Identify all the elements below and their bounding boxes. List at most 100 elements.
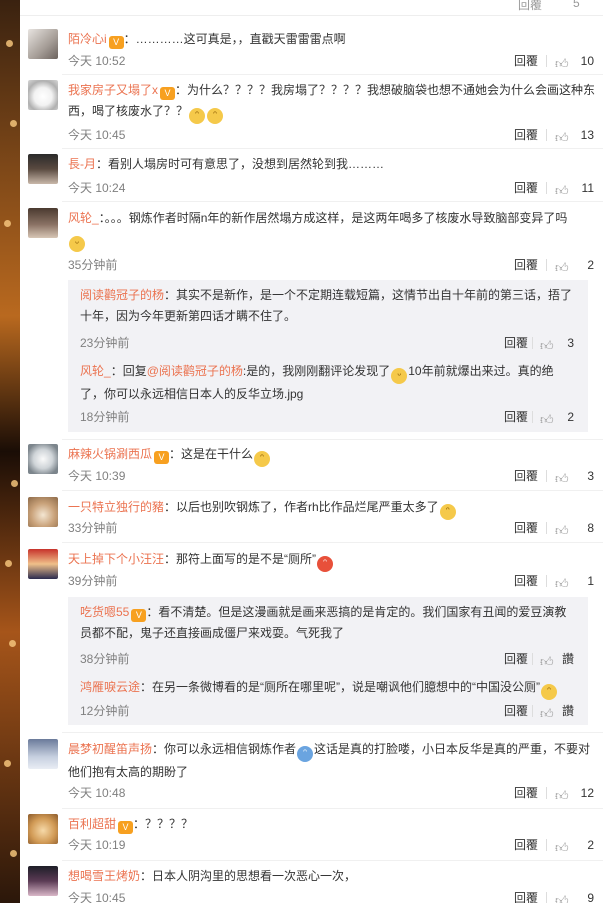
smirk-emoji-icon: ᵔ xyxy=(189,108,206,124)
reply-meta: 38分钟前 回覆 👍︎ 讚 xyxy=(80,649,576,669)
comment-list: 回覆 5 陌冷心i V ：…………这可真是，，直戳天雷雷雷点啊 今天 10:52 回… xyxy=(20,0,603,903)
avatar[interactable] xyxy=(28,497,58,527)
comment-text: 麻辣火锅涮西瓜 V ：这是在干什么 ᵔ xyxy=(68,444,596,467)
sub-reply-item: 吃货嗯55 V ：看不清楚。但是这漫画就是画来恶搞的是肯定的。我们国家有丑闻的爱豆演… xyxy=(80,602,576,669)
avatar[interactable] xyxy=(28,814,58,844)
timestamp: 今天 10:24 xyxy=(68,181,126,195)
reply-button[interactable]: 回覆 xyxy=(514,125,538,145)
like-count: 2 xyxy=(567,410,574,424)
username-link[interactable]: 麻辣火锅涮西瓜 xyxy=(68,447,152,461)
sub-reply-item: 风轮_：回复@阅读鹳冠子的杨:是的，我刚刚翻评论发现了 ᵕ 10年前就爆出来过。真的… xyxy=(80,361,576,427)
divider xyxy=(62,490,603,491)
thumbs-up-icon: 👍︎ xyxy=(540,706,554,721)
timestamp: 35分钟前 xyxy=(68,258,118,272)
reply-thread: 阅读鹳冠子的杨：其实不是新作，是一个不定期连载短篇，这情节出自十年前的第三话，捂… xyxy=(68,280,588,432)
reply-meta: 12分钟前 回覆 👍︎ 讚 xyxy=(80,701,576,721)
avatar[interactable] xyxy=(28,29,58,59)
reply-button[interactable]: 回覆 xyxy=(514,571,538,591)
avatar[interactable] xyxy=(28,444,58,474)
reply-button[interactable]: 回覆 xyxy=(514,518,538,538)
mention-link[interactable]: @阅读鹳冠子的杨 xyxy=(147,364,243,378)
avatar[interactable] xyxy=(28,154,58,184)
username-link[interactable]: 長-月 xyxy=(68,157,96,171)
slap-emoji-icon: ᵔ xyxy=(297,746,314,762)
reply-button[interactable]: 回覆 xyxy=(514,783,538,803)
vip-badge-icon: V xyxy=(160,87,176,100)
thumbs-up-icon: 👍︎ xyxy=(540,338,554,353)
thumbs-up-icon: 👍︎ xyxy=(540,654,554,669)
like-label: 讚 xyxy=(561,704,574,718)
reply-button[interactable]: 回覆 xyxy=(504,333,528,353)
comment-text: 风轮_：。。。钢炼作者时隔n年的新作居然塌方成这样，是这两年喝多了核废水导致脑部… xyxy=(68,208,596,252)
angry-emoji-icon: ᵔ xyxy=(317,556,334,572)
like-count: 3 xyxy=(587,469,594,483)
thumbs-up-icon: 👍︎ xyxy=(555,260,569,275)
username-link[interactable]: 晨梦初醒笛声扬 xyxy=(68,742,152,756)
timestamp: 18分钟前 xyxy=(80,410,130,424)
username-link[interactable]: 风轮_ xyxy=(68,211,99,225)
reply-button[interactable]: 回覆 xyxy=(514,466,538,486)
avatar[interactable] xyxy=(28,866,58,896)
smile-emoji-icon: ᵕ xyxy=(391,368,408,384)
reply-button[interactable]: 回覆 xyxy=(504,649,528,669)
comment-meta: 39分钟前 回覆 👍︎ 1 xyxy=(68,571,596,591)
username-link[interactable]: 百利超甜 xyxy=(68,817,116,831)
reply-thread: 吃货嗯55 V ：看不清楚。但是这漫画就是画来恶搞的是肯定的。我们国家有丑闻的爱豆演… xyxy=(68,597,588,725)
reply-button[interactable]: 回覆 xyxy=(518,0,542,13)
thumbs-up-icon: 👍︎ xyxy=(555,183,569,198)
avatar[interactable] xyxy=(28,549,58,579)
avatar[interactable] xyxy=(28,80,58,110)
timestamp: 今天 10:19 xyxy=(68,838,126,852)
avatar[interactable] xyxy=(28,208,58,238)
username-link[interactable]: 想喝雪王烤奶 xyxy=(68,869,140,883)
comment-meta: 今天 10:52 回覆 👍︎ 10 xyxy=(68,51,596,71)
reply-button[interactable]: 回覆 xyxy=(514,835,538,855)
smile-emoji-icon: ᵕ xyxy=(69,236,85,252)
smirk-emoji-icon: ᵔ xyxy=(254,451,271,467)
thumbs-up-icon: 👍︎ xyxy=(555,576,569,591)
like-count: 10 xyxy=(580,54,594,68)
username-link[interactable]: 天上掉下个小汪汪 xyxy=(68,552,164,566)
sub-reply-item: 鸿雁唳云途：在另一条微博看的是“厕所在哪里呢”，说是嘲讽他们臆想中的“中国没公厕… xyxy=(80,677,576,721)
like-count: 11 xyxy=(581,181,594,195)
like-count: 9 xyxy=(587,891,594,903)
timestamp: 今天 10:45 xyxy=(68,891,126,903)
reply-button[interactable]: 回覆 xyxy=(514,51,538,71)
reply-text: 吃货嗯55 V ：看不清楚。但是这漫画就是画来恶搞的是肯定的。我们国家有丑闻的爱豆演… xyxy=(80,605,567,640)
divider xyxy=(62,808,603,809)
comment-text: 我家房子又塌了x V ：为什么？？？？我房塌了？？？？我想破脑袋也想不通她会为什么会… xyxy=(68,80,596,124)
comment-text: 晨梦初醒笛声扬：你可以永远相信钢炼作者 ᵔ 这话是真的打脸喽，小日本反华是真的严重，… xyxy=(68,742,591,779)
reply-text: 鸿雁唳云途：在另一条微博看的是“厕所在哪里呢”，说是嘲讽他们臆想中的“中国没公厕… xyxy=(80,677,576,700)
reply-button[interactable]: 回覆 xyxy=(504,407,528,427)
username-link[interactable]: 陌冷心i xyxy=(68,32,107,46)
username-link[interactable]: 鸿雁唳云途 xyxy=(80,680,140,694)
comment-meta: 35分钟前 回覆 👍︎ 2 xyxy=(68,255,596,275)
previous-comment-partial: 回覆 5 xyxy=(20,0,603,16)
comment-text: 想喝雪王烤奶：日本人阴沟里的思想看一次恶心一次， xyxy=(68,869,357,883)
thumbs-up-icon: 👍︎ xyxy=(540,412,554,427)
username-link[interactable]: 吃货嗯55 xyxy=(80,605,129,619)
timestamp: 33分钟前 xyxy=(68,521,118,535)
reply-button[interactable]: 回覆 xyxy=(504,701,528,721)
reply-meta: 23分钟前 回覆 👍︎ 3 xyxy=(80,333,576,353)
reply-text: 阅读鹳冠子的杨：其实不是新作，是一个不定期连载短篇，这情节出自十年前的第三话，捂… xyxy=(80,288,573,323)
thumbs-up-icon: 👍︎ xyxy=(555,471,569,486)
username-link[interactable]: 我家房子又塌了x xyxy=(68,83,158,97)
thumbs-up-icon: 👍︎ xyxy=(555,893,569,903)
reply-text: 风轮_：回复@阅读鹳冠子的杨:是的，我刚刚翻评论发现了 ᵕ 10年前就爆出来过。真的… xyxy=(80,364,554,401)
reply-button[interactable]: 回覆 xyxy=(514,255,538,275)
reply-button[interactable]: 回覆 xyxy=(514,888,538,903)
username-link[interactable]: 阅读鹳冠子的杨 xyxy=(80,288,164,302)
smirk-emoji-icon: ᵔ xyxy=(541,684,558,700)
comment-text: 一只特立独行的豬：以后也别吹钢炼了，作者rh比作品烂尾严重太多了 ᵔ xyxy=(68,497,596,520)
username-link[interactable]: 风轮_ xyxy=(80,364,111,378)
like-count: 3 xyxy=(567,336,574,350)
timestamp: 今天 10:39 xyxy=(68,469,126,483)
avatar[interactable] xyxy=(28,739,58,769)
timestamp: 39分钟前 xyxy=(68,574,118,588)
divider xyxy=(62,201,603,202)
timestamp: 今天 10:52 xyxy=(68,54,126,68)
username-link[interactable]: 一只特立独行的豬 xyxy=(68,500,164,514)
thumbs-up-icon: 👍︎ xyxy=(555,788,569,803)
reply-button[interactable]: 回覆 xyxy=(514,178,538,198)
